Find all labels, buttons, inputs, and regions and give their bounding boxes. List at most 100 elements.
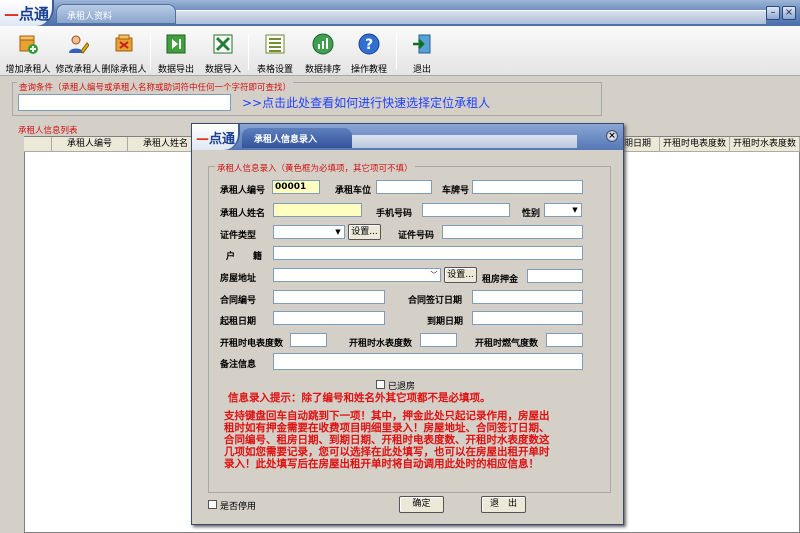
toolbar: 增加承租人 修改承租人 删除承租人 数据导出 数据导入 表格设置 数据排序 ? … [0,26,800,76]
toolbar-separator [150,34,151,70]
add-user-icon [19,35,38,54]
moved-out-checkbox[interactable] [376,380,385,389]
export-data-button[interactable]: 数据导出 [154,26,198,76]
id-type-settings-button[interactable]: 设置... [348,224,381,240]
address-settings-button[interactable]: 设置... [444,267,477,283]
dialog-logo: —点通 [192,124,240,150]
chevron-down-icon: ﹀ [430,271,438,279]
svg-text:?: ? [365,37,373,53]
parking-label: 承租车位 [335,186,372,196]
huji-field[interactable] [273,246,583,260]
contract-no-field[interactable] [273,290,385,304]
dialog-exit-button[interactable]: 退 出 [481,496,526,513]
dialog-title: 承租人信息录入 [254,135,318,145]
exit-button[interactable]: 退出 [402,26,442,76]
help-icon: ? [358,33,380,55]
deposit-label: 租房押金 [482,275,519,285]
tenant-no-label: 承租人编号 [220,186,266,196]
phone-label: 手机号码 [376,209,413,219]
query-group-title: 查询条件（承租人编号或承租人名称或助词符中任何一个字符即可查找） [17,81,294,93]
remark-label: 备注信息 [220,360,257,370]
hint-line-4: 几项如您需要记录，您可以选择在此处填写，也可以在房屋出租开单时 [224,446,550,458]
id-no-field[interactable] [442,225,583,239]
edit-tenant-label: 修改承租人 [55,65,101,75]
sort-data-button[interactable]: 数据排序 [300,26,346,76]
address-label: 房屋地址 [220,274,257,284]
parking-field[interactable] [376,180,432,194]
hint-line-1: 支持键盘回车自动跳到下一项！其中，押金此处只起记录作用，房屋出 [224,410,550,422]
add-tenant-button[interactable]: 增加承租人 [4,26,52,76]
toolbar-separator [396,34,397,70]
minimize-icon[interactable]: – [766,6,780,20]
tenant-entry-dialog: —点通 承租人信息录入 × 承租人信息录入（黄色框为必填项，其它项可不填） 承租… [191,123,624,525]
title-ribbon [176,10,766,24]
dialog-title-bar: —点通 承租人信息录入 × [192,124,623,150]
address-select[interactable]: ﹀ [273,268,441,282]
list-icon [265,34,285,54]
table-settings-button[interactable]: 表格设置 [252,26,298,76]
chevron-down-icon: ▼ [335,228,341,236]
entry-group-title: 承租人信息录入（黄色框为必填项，其它项可不填） [215,162,415,174]
gas-field[interactable] [546,333,583,347]
exit-icon [413,34,431,54]
end-date-field[interactable] [472,311,583,325]
exit-label: 退出 [412,65,431,75]
start-date-label: 起租日期 [220,317,257,327]
table-settings-label: 表格设置 [256,65,293,75]
quick-locate-link[interactable]: >>点击此处查看如何进行快速选择定位承租人 [242,94,490,111]
list-title: 承租人信息列表 [18,126,78,136]
gender-label: 性别 [522,209,541,219]
column-header-tenant-no[interactable]: 承租人编号 [52,137,128,152]
toolbar-separator [248,34,249,70]
gender-select[interactable]: ▼ [544,203,582,217]
chevron-down-icon: ▼ [572,206,578,214]
remark-field[interactable] [273,353,583,370]
edit-user-icon [69,35,89,54]
dialog-title-tab: 承租人信息录入 [242,128,352,148]
chart-icon [312,33,334,55]
tutorial-label: 操作教程 [350,65,387,75]
huji-label: 户 籍 [226,252,263,262]
import-data-button[interactable]: 数据导入 [200,26,246,76]
phone-field[interactable] [422,203,510,217]
export-data-label: 数据导出 [157,65,194,75]
app-logo: —点通 [0,0,54,26]
delete-tenant-button[interactable]: 删除承租人 [100,26,148,76]
plate-field[interactable] [472,180,583,194]
end-date-label: 到期日期 [427,317,464,327]
export-icon [166,34,186,54]
disabled-checkbox[interactable] [208,500,217,509]
tenant-name-field[interactable] [273,203,362,217]
edit-tenant-button[interactable]: 修改承租人 [54,26,102,76]
confirm-button[interactable]: 确定 [399,496,444,513]
column-header-electric[interactable]: 开租时电表度数 [660,137,730,152]
column-header-water[interactable]: 开租时水表度数 [730,137,800,152]
close-window-icon[interactable]: × [782,6,796,20]
sort-data-label: 数据排序 [304,65,341,75]
tenant-name-label: 承租人姓名 [220,209,266,219]
hint-required: 信息录入提示：除了编号和姓名外其它项都不是必填项。 [228,392,491,404]
contract-date-label: 合同签订日期 [408,296,463,306]
deposit-field[interactable] [527,269,583,283]
tenant-no-field[interactable]: 00001 [272,180,320,194]
electric-field[interactable] [290,333,327,347]
dialog-title-ribbon [352,135,577,148]
tab-tenant-data[interactable]: 承租人资料 [56,4,176,24]
water-label: 开租时水表度数 [349,339,413,349]
dialog-close-icon[interactable]: × [606,130,618,142]
delete-user-icon [115,34,133,52]
query-input[interactable] [18,94,231,111]
water-field[interactable] [420,333,457,347]
moved-out-label: 已退房 [388,382,416,392]
column-header-blank [24,137,52,152]
contract-date-field[interactable] [472,290,583,304]
tutorial-button[interactable]: ? 操作教程 [346,26,392,76]
start-date-field[interactable] [273,311,385,325]
tab-label: 承租人资料 [67,12,113,22]
id-no-label: 证件号码 [398,231,435,241]
delete-tenant-label: 删除承租人 [101,65,147,75]
hint-line-5: 录入！此处填写后在房屋出租开单时将自动调用此处时的相应信息！ [224,458,539,470]
electric-label: 开租时电表度数 [220,339,284,349]
gas-label: 开租时燃气度数 [475,339,539,349]
id-type-select[interactable]: ▼ [273,225,345,239]
